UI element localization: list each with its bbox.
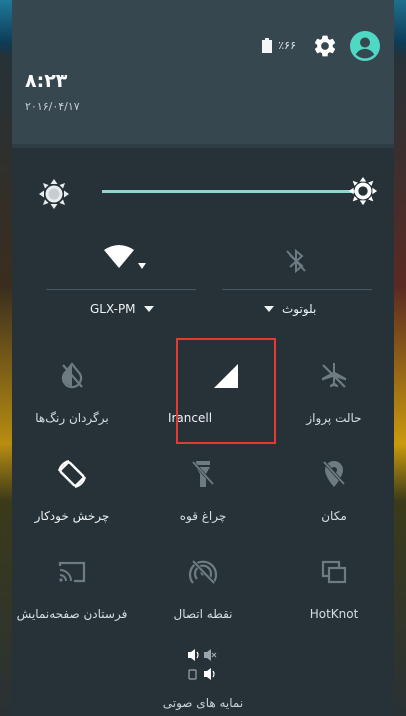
cast-icon <box>58 561 86 583</box>
settings-gear-icon[interactable] <box>312 33 338 59</box>
background-wallpaper-left <box>0 0 12 716</box>
tile-hotspot-label: نقطه اتصال <box>173 607 233 621</box>
tile-flashlight-label: چراغ قوه <box>179 509 227 523</box>
invert-colors-icon <box>61 362 83 389</box>
brightness-slider-track[interactable] <box>102 190 358 193</box>
tile-auto-rotate-label: چرخش خودکار <box>34 509 110 523</box>
background-wallpaper-right <box>394 0 406 716</box>
clock-time[interactable]: ۸:۲۳ <box>25 70 67 92</box>
brightness-slider-thumb[interactable] <box>348 176 378 206</box>
wifi-network-name: GLX-PM <box>90 302 136 316</box>
bluetooth-label: بلوتوث <box>282 302 317 316</box>
sound-profile-label[interactable]: نمایه های صوتی <box>12 696 394 710</box>
bluetooth-dropdown[interactable]: بلوتوث <box>264 302 316 316</box>
tile-hotspot[interactable]: نقطه اتصال <box>143 546 263 636</box>
tile-airplane-mode-label: حالت پرواز <box>306 411 362 425</box>
tile-hotknot-label: HotKnot <box>309 607 359 621</box>
battery-icon <box>262 38 273 53</box>
header-shadow <box>12 144 394 148</box>
tile-auto-rotate[interactable]: چرخش خودکار <box>12 448 132 538</box>
sound-profile-icon[interactable] <box>186 648 218 686</box>
quick-settings-header: ٪۶۶ ۸:۲۳ ۲۰۱۶/۰۴/۱۷ <box>12 0 394 148</box>
tile-invert-colors-label: برگردان رنگ‌ها <box>35 411 109 425</box>
flashlight-icon <box>191 460 215 487</box>
airplane-icon <box>322 363 346 388</box>
hotknot-icon <box>321 560 347 584</box>
tile-invert-colors[interactable]: برگردان رنگ‌ها <box>12 350 132 440</box>
battery-percent: ٪۶۶ <box>278 39 296 52</box>
bluetooth-disabled-icon[interactable] <box>282 247 310 275</box>
location-icon <box>322 460 346 487</box>
selected-tile-highlight <box>176 338 276 444</box>
auto-rotate-icon <box>58 460 86 488</box>
wifi-divider <box>46 289 196 290</box>
tile-location-label: مکان <box>321 509 347 523</box>
tile-airplane-mode[interactable]: حالت پرواز <box>274 350 394 440</box>
tile-cast-screen[interactable]: فرستادن صفحه‌نمایش <box>12 546 132 636</box>
tile-hotknot[interactable]: HotKnot <box>274 546 394 636</box>
quick-settings-panel: ٪۶۶ ۸:۲۳ ۲۰۱۶/۰۴/۱۷ GLX-PM بلوتوث برگردا… <box>12 0 394 716</box>
brightness-icon <box>39 179 69 209</box>
hotspot-icon <box>188 559 218 585</box>
tile-cast-screen-label: فرستادن صفحه‌نمایش <box>16 607 128 621</box>
wifi-icon[interactable] <box>102 244 148 278</box>
tile-flashlight[interactable]: چراغ قوه <box>143 448 263 538</box>
date-text[interactable]: ۲۰۱۶/۰۴/۱۷ <box>25 100 80 113</box>
wifi-network-dropdown[interactable]: GLX-PM <box>90 302 154 316</box>
battery-status: ٪۶۶ <box>262 38 296 53</box>
bluetooth-divider <box>222 289 372 290</box>
chevron-down-icon <box>143 306 154 312</box>
user-account-icon[interactable] <box>350 31 380 61</box>
tile-location[interactable]: مکان <box>274 448 394 538</box>
chevron-down-icon <box>264 306 274 312</box>
